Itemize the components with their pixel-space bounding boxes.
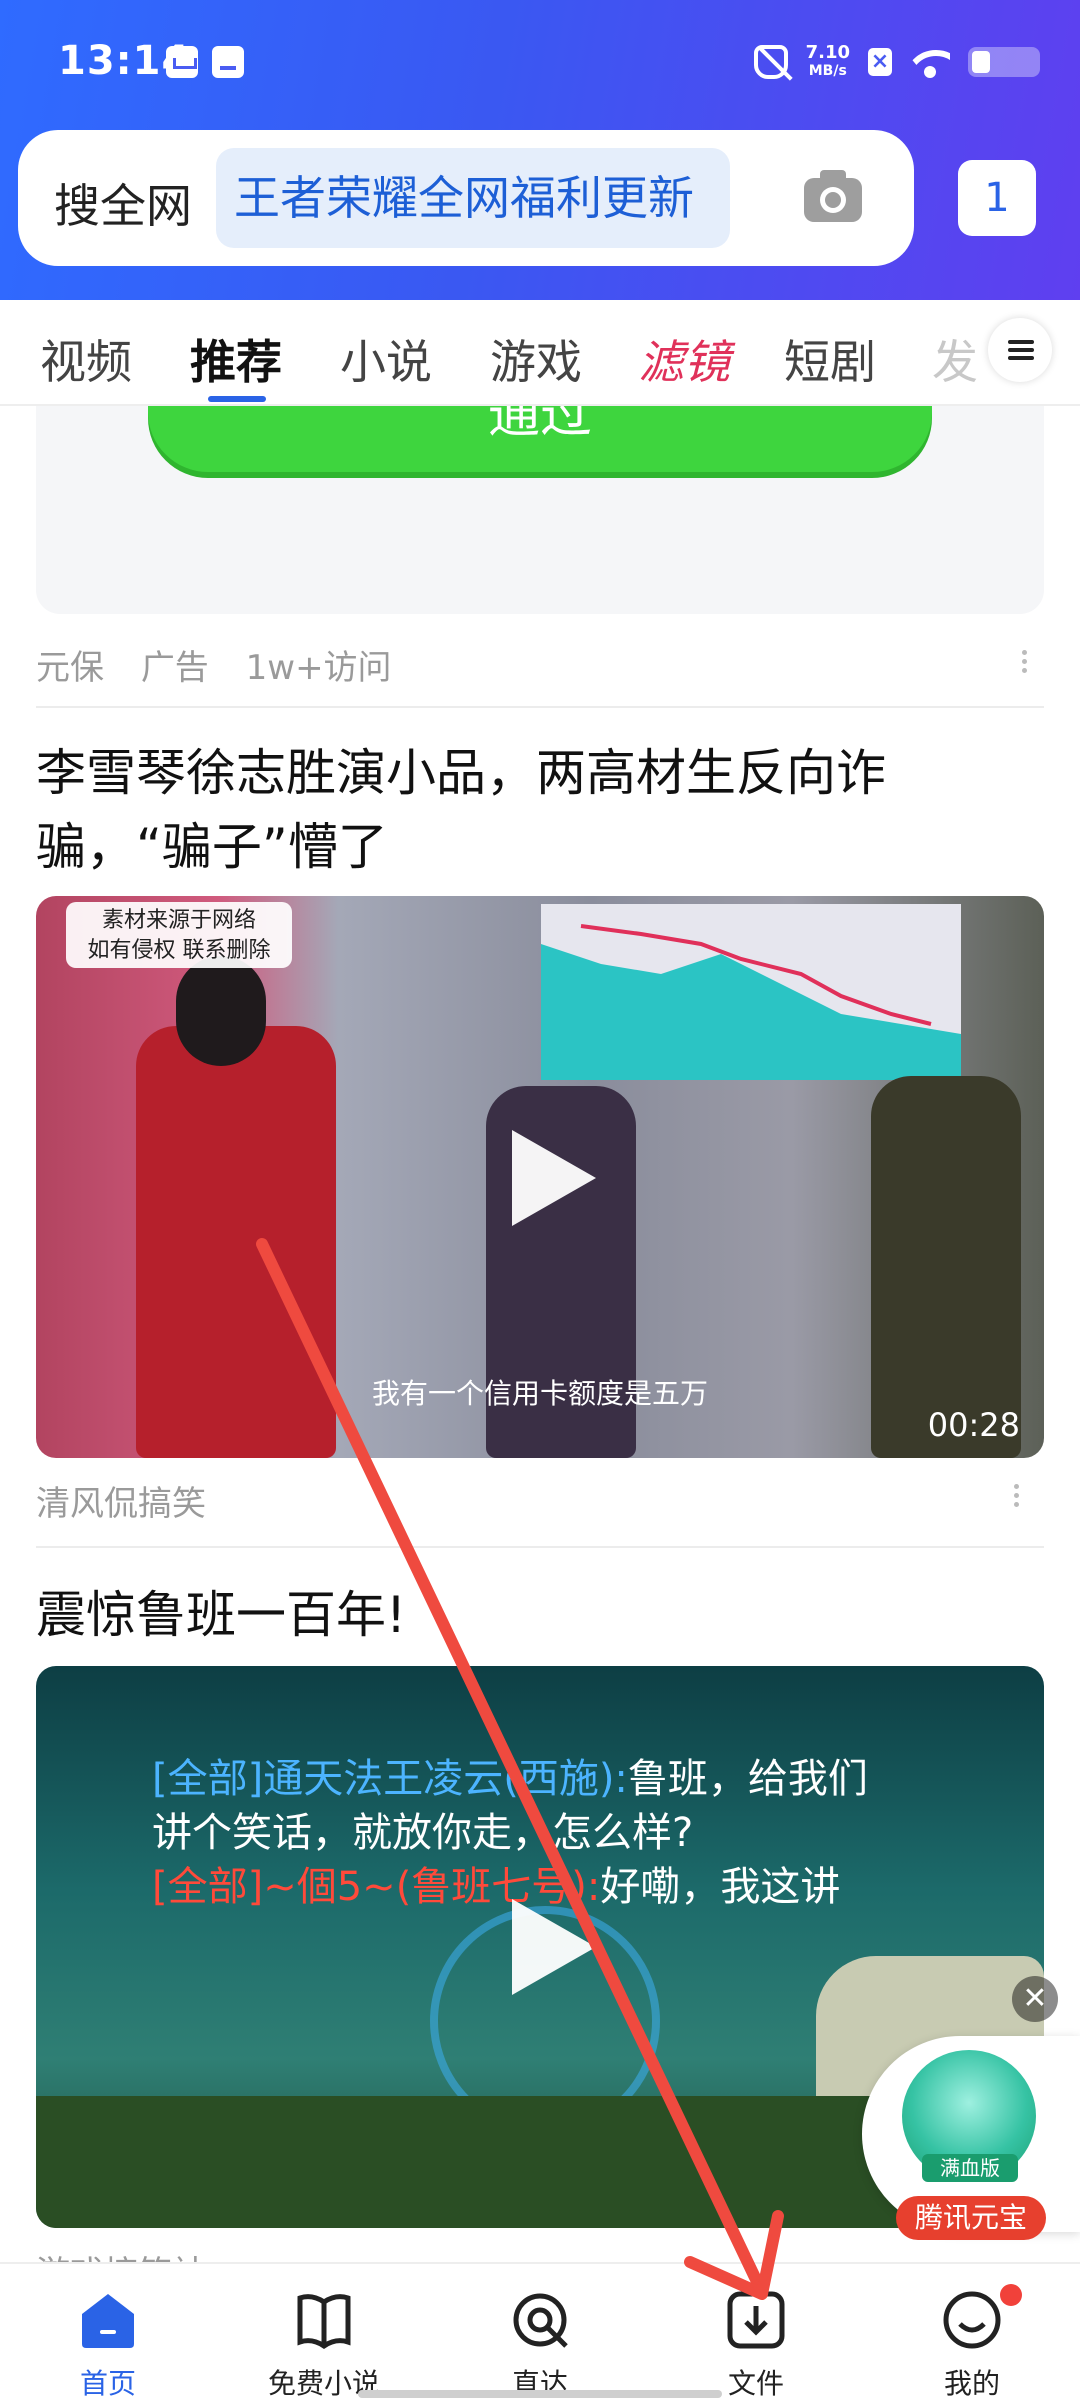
battery-icon xyxy=(968,47,1040,77)
close-float-ad-button[interactable]: ✕ xyxy=(1012,1976,1058,2022)
figure-woman-head xyxy=(176,956,266,1066)
floating-ad-badge[interactable]: 满血版 腾讯元宝 xyxy=(862,2036,1080,2246)
home-icon xyxy=(82,2294,134,2348)
tab-game[interactable]: 游戏 xyxy=(490,326,582,392)
divider xyxy=(36,706,1044,708)
play-icon[interactable] xyxy=(512,1130,596,1226)
camera-icon[interactable] xyxy=(802,168,864,224)
active-tab-indicator xyxy=(208,396,266,402)
nav-home-label: 首页 xyxy=(79,2367,136,2400)
game-chat-speaker-1: [全部]通天法王凌云(西施): xyxy=(152,1756,628,1802)
nav-direct[interactable]: 直达 xyxy=(460,2278,620,2408)
author-name[interactable]: 清风侃搞笑 xyxy=(36,1476,206,1525)
game-chat-line-2: 讲个笑话，就放你走，怎么样? xyxy=(152,1810,694,1856)
download-file-icon xyxy=(727,2291,785,2349)
nav-free-novel[interactable]: 免费小说 xyxy=(244,2278,404,2408)
hot-search-suggestion[interactable]: 王者荣耀全网福利更新 xyxy=(216,148,730,248)
watermark-line-2: 如有侵权 联系删除 xyxy=(87,938,271,963)
search-scope-label[interactable]: 搜全网 xyxy=(54,170,192,236)
game-chat-text-3: 好嘞，我这讲 xyxy=(600,1864,841,1910)
source-watermark: 素材来源于网络 如有侵权 联系删除 xyxy=(66,902,292,968)
tab-video[interactable]: 视频 xyxy=(40,326,132,392)
video-duration: 00:28 xyxy=(927,1406,1020,1444)
sim-off-icon: × xyxy=(868,48,892,76)
ad-meta: 元保 广告 1w+访问 xyxy=(36,640,418,689)
gesture-home-bar[interactable] xyxy=(358,2390,722,2398)
ad-label: 广告 xyxy=(140,648,209,688)
book-icon xyxy=(297,2294,351,2350)
network-speed-unit: MB/s xyxy=(808,63,847,79)
nav-files[interactable]: 文件 xyxy=(676,2278,836,2408)
category-menu-button[interactable] xyxy=(988,318,1052,382)
more-options-icon[interactable] xyxy=(1020,646,1028,682)
stage-chart-backdrop xyxy=(541,904,961,1080)
network-speed-value: 7.10 xyxy=(805,42,850,63)
more-options-icon[interactable] xyxy=(1012,1480,1020,1516)
network-speed: 7.10 MB/s xyxy=(806,44,850,80)
ad-action-label: 通过 xyxy=(487,406,592,445)
play-icon[interactable] xyxy=(512,1899,596,1995)
ad-visits: 1w+访问 xyxy=(245,648,392,688)
divider xyxy=(36,1546,1044,1548)
nav-profile[interactable]: 我的 xyxy=(892,2278,1052,2408)
wifi-icon xyxy=(910,46,950,78)
watermark-line-1: 素材来源于网络 xyxy=(101,908,256,933)
game-chat-text-1: 鲁班，给我们 xyxy=(627,1756,868,1802)
direct-icon xyxy=(513,2293,568,2348)
tab-novel[interactable]: 小说 xyxy=(340,326,432,392)
status-bar: 13:14 7.10 MB/s × xyxy=(0,0,1080,120)
video-thumbnail[interactable]: 素材来源于网络 如有侵权 联系删除 我有一个信用卡额度是五万 00:28 xyxy=(36,896,1044,1458)
tab-filter[interactable]: 滤镜 xyxy=(638,326,730,392)
search-bar[interactable]: 搜全网 王者荣耀全网福利更新 xyxy=(18,130,914,266)
message-notification-icon xyxy=(212,46,244,78)
author-name-partial: 游戏搞笑社 xyxy=(36,2246,206,2262)
ad-action-button[interactable]: 通过 xyxy=(148,406,932,472)
calendar-notification-icon xyxy=(166,46,198,78)
bottom-navigation: 首页 免费小说 直达 文件 我的 xyxy=(0,2262,1080,2408)
ad-source: 元保 xyxy=(36,648,104,688)
feed-item-title[interactable]: 李雪琴徐志胜演小品，两高材生反向诈骗，“骗子”懵了 xyxy=(36,736,1044,884)
notification-dot xyxy=(1000,2284,1022,2306)
tab-recommend[interactable]: 推荐 xyxy=(190,326,282,392)
video-subtitle: 我有一个信用卡额度是五万 xyxy=(371,1377,708,1410)
mute-bell-icon xyxy=(753,45,788,79)
floating-ad-tag: 腾讯元宝 xyxy=(896,2196,1046,2240)
nav-home[interactable]: 首页 xyxy=(28,2278,188,2408)
feed-item-title[interactable]: 震惊鲁班一百年! xyxy=(36,1578,1044,1652)
nav-profile-label: 我的 xyxy=(943,2367,1000,2400)
game-chat-line-1: [全部]通天法王凌云(西施):鲁班，给我们 xyxy=(152,1746,868,1804)
tab-count-button[interactable]: 1 xyxy=(958,160,1036,236)
category-tabs: 视频 推荐 小说 游戏 滤镜 短剧 发 xyxy=(0,300,1080,406)
profile-smile-icon xyxy=(943,2291,1001,2349)
tab-short-drama[interactable]: 短剧 xyxy=(784,326,876,392)
floating-ad-logo-label: 满血版 xyxy=(922,2154,1018,2182)
game-chat-line-3: [全部]~個5~(鲁班七号):好嘞，我这讲 xyxy=(152,1854,840,1912)
tab-more-partial[interactable]: 发 xyxy=(932,326,978,392)
status-indicators: 7.10 MB/s × xyxy=(753,40,1040,84)
